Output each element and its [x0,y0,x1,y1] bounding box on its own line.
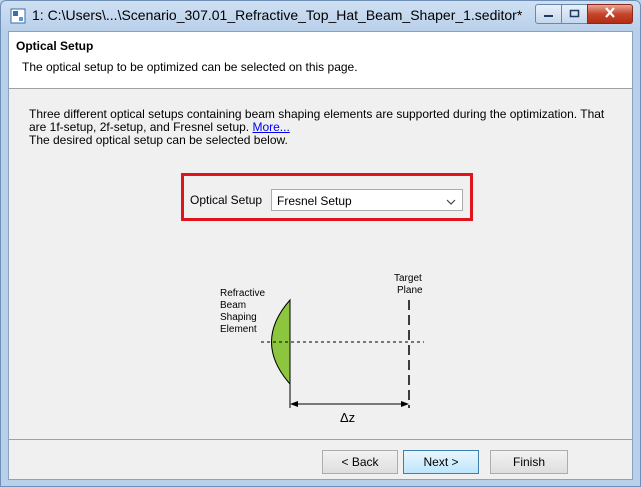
distance-arrowhead-right [401,401,409,407]
maximize-icon [569,7,580,21]
element-label-line-2: Beam [220,300,246,311]
back-button[interactable]: < Back [322,450,398,474]
distance-arrowhead-left [290,401,298,407]
window-controls [535,4,633,26]
target-label: Target Plane [394,273,423,296]
fresnel-setup-diagram: Refractive Beam Shaping Element Target P… [220,273,424,425]
maximize-button[interactable] [561,4,588,24]
minimize-icon [543,7,554,21]
minimize-button[interactable] [535,4,562,24]
finish-button[interactable]: Finish [490,450,568,474]
close-icon [604,7,616,21]
element-label-line-4: Element [220,324,257,335]
element-label: Refractive Beam Shaping Element [220,288,265,335]
element-label-line-1: Refractive [220,288,265,299]
title-bar[interactable]: 1: C:\Users\...\Scenario_307.01_Refracti… [1,1,640,31]
next-button[interactable]: Next > [403,450,479,474]
app-window: 1: C:\Users\...\Scenario_307.01_Refracti… [0,0,641,487]
distance-label: Δz [340,410,355,425]
target-label-line-2: Plane [397,285,423,296]
document-icon [10,8,26,24]
element-label-line-3: Shaping [220,312,257,323]
footer-divider [9,439,632,440]
wizard-client-area: Optical Setup The optical setup to be op… [8,31,633,480]
target-label-line-1: Target [394,273,422,284]
window-title: 1: C:\Users\...\Scenario_307.01_Refracti… [32,7,523,23]
close-button[interactable] [587,4,633,24]
